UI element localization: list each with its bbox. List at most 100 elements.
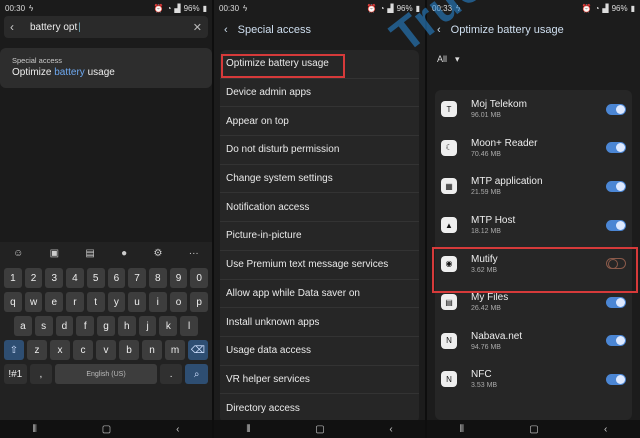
back-arrow-icon[interactable]: ‹ (224, 24, 228, 36)
app-info: My Files 26.42 MB (471, 292, 606, 312)
key-9[interactable]: 9 (169, 268, 188, 288)
app-size: 21.59 MB (471, 189, 501, 197)
key-q[interactable]: q (4, 292, 22, 312)
highlight-box (221, 54, 345, 78)
key-c[interactable]: c (73, 340, 93, 360)
search-result-item[interactable]: Special access Optimize battery usage (0, 48, 212, 88)
special-access-item[interactable]: Appear on top (220, 107, 419, 137)
gif-icon[interactable]: ▤ (85, 248, 94, 259)
optimize-toggle[interactable] (606, 103, 626, 115)
search-panel: 00:30ϟ ⏰◔▟96%▮ ‹ battery opt ✕ Special a… (0, 0, 212, 438)
period-key[interactable]: . (159, 364, 183, 384)
shift-key[interactable]: ⇧ (4, 340, 24, 360)
key-6[interactable]: 6 (107, 268, 126, 288)
clear-icon[interactable]: ✕ (193, 21, 202, 34)
app-row[interactable]: ▲ MTP Host 18.12 MB (435, 206, 632, 245)
app-row[interactable]: T Moj Telekom 96.01 MB (435, 90, 632, 129)
key-3[interactable]: 3 (45, 268, 64, 288)
key-j[interactable]: j (138, 316, 157, 336)
special-access-item[interactable]: Allow app while Data saver on (220, 280, 419, 309)
symbols-key[interactable]: !#1 (4, 364, 27, 384)
key-y[interactable]: y (107, 292, 126, 312)
special-access-item[interactable]: Picture-in-picture (220, 222, 419, 251)
key-a[interactable]: a (14, 316, 32, 336)
key-g[interactable]: g (97, 316, 115, 336)
filter-dropdown[interactable]: All ▾ (437, 54, 460, 65)
backspace-key[interactable]: ⌫ (188, 340, 208, 360)
optimize-toggle[interactable] (606, 373, 626, 385)
gear-icon[interactable]: ⚙ (154, 248, 163, 259)
key-p[interactable]: p (190, 292, 209, 312)
more-icon[interactable]: ··· (189, 248, 199, 259)
on-screen-keyboard: ☺ ▣ ▤ ● ⚙ ··· 1234567890 qwertyuiop asdf… (0, 242, 212, 420)
app-row[interactable]: ▦ MTP application 21.59 MB (435, 167, 632, 206)
optimize-toggle[interactable] (606, 219, 626, 231)
app-icon: ▤ (441, 294, 457, 311)
home-icon[interactable]: ▢ (315, 424, 324, 435)
key-8[interactable]: 8 (148, 268, 167, 288)
key-4[interactable]: 4 (66, 268, 84, 288)
emoji-icon[interactable]: ☺ (13, 248, 23, 259)
key-t[interactable]: t (86, 292, 105, 312)
key-x[interactable]: x (50, 340, 70, 360)
key-o[interactable]: o (169, 292, 188, 312)
app-row[interactable]: N NFC 3.53 MB (435, 360, 632, 399)
app-name: NFC (471, 369, 492, 381)
search-input[interactable]: battery opt (24, 22, 193, 33)
special-access-item[interactable]: Change system settings (220, 165, 419, 194)
home-icon[interactable]: ▢ (102, 424, 111, 435)
special-access-item[interactable]: Use Premium text message services (220, 251, 419, 280)
key-7[interactable]: 7 (128, 268, 146, 288)
optimize-toggle[interactable] (606, 296, 626, 308)
key-2[interactable]: 2 (24, 268, 43, 288)
key-w[interactable]: w (24, 292, 43, 312)
special-access-item[interactable]: Directory access (220, 394, 419, 423)
key-u[interactable]: u (128, 292, 146, 312)
key-m[interactable]: m (165, 340, 185, 360)
app-row[interactable]: N Nabava.net 94.76 MB (435, 322, 632, 361)
key-1[interactable]: 1 (4, 268, 22, 288)
key-d[interactable]: d (55, 316, 74, 336)
recents-icon[interactable]: ⦀ (32, 424, 36, 435)
back-icon[interactable]: ‹ (604, 424, 607, 435)
key-5[interactable]: 5 (86, 268, 105, 288)
special-access-item[interactable]: Notification access (220, 193, 419, 223)
home-icon[interactable]: ▢ (529, 424, 538, 435)
recents-icon[interactable]: ⦀ (246, 424, 250, 435)
special-access-item[interactable]: VR helper services (220, 366, 419, 395)
key-b[interactable]: b (119, 340, 139, 360)
back-icon[interactable]: ‹ (389, 424, 392, 435)
special-access-item[interactable]: Device admin apps (220, 79, 419, 108)
key-v[interactable]: v (96, 340, 116, 360)
key-r[interactable]: r (66, 292, 84, 312)
microphone-icon[interactable]: ● (121, 248, 127, 259)
key-n[interactable]: n (142, 340, 162, 360)
key-h[interactable]: h (117, 316, 136, 336)
optimize-toggle[interactable] (606, 335, 626, 347)
key-row-3: ⇧ z x c v b n m ⌫ (0, 340, 212, 360)
app-row[interactable]: ☾ Moon+ Reader 70.46 MB (435, 129, 632, 168)
special-access-item[interactable]: Install unknown apps (220, 308, 419, 337)
key-e[interactable]: e (45, 292, 64, 312)
optimize-toggle[interactable] (606, 180, 626, 192)
key-i[interactable]: i (148, 292, 167, 312)
key-k[interactable]: k (159, 316, 178, 336)
back-icon[interactable]: ‹ (176, 424, 179, 435)
back-arrow-icon[interactable]: ‹ (10, 20, 24, 34)
key-0[interactable]: 0 (190, 268, 209, 288)
alarm-icon: ⏰ (581, 3, 592, 13)
settings-search-bar[interactable]: ‹ battery opt ✕ (4, 16, 208, 38)
key-z[interactable]: z (27, 340, 47, 360)
optimize-toggle[interactable] (606, 142, 626, 154)
space-key[interactable]: English (US) (55, 364, 157, 384)
recents-icon[interactable]: ⦀ (460, 424, 464, 435)
special-access-item[interactable]: Do not disturb permission (220, 136, 419, 165)
key-s[interactable]: s (34, 316, 53, 336)
search-key[interactable]: ⌕ (185, 364, 209, 384)
key-l[interactable]: l (180, 316, 199, 336)
sticker-icon[interactable]: ▣ (50, 248, 59, 259)
comma-key[interactable]: , (29, 364, 53, 384)
special-access-item[interactable]: Usage data access (220, 337, 419, 366)
key-f[interactable]: f (76, 316, 95, 336)
notification-icon: ϟ (29, 3, 34, 13)
